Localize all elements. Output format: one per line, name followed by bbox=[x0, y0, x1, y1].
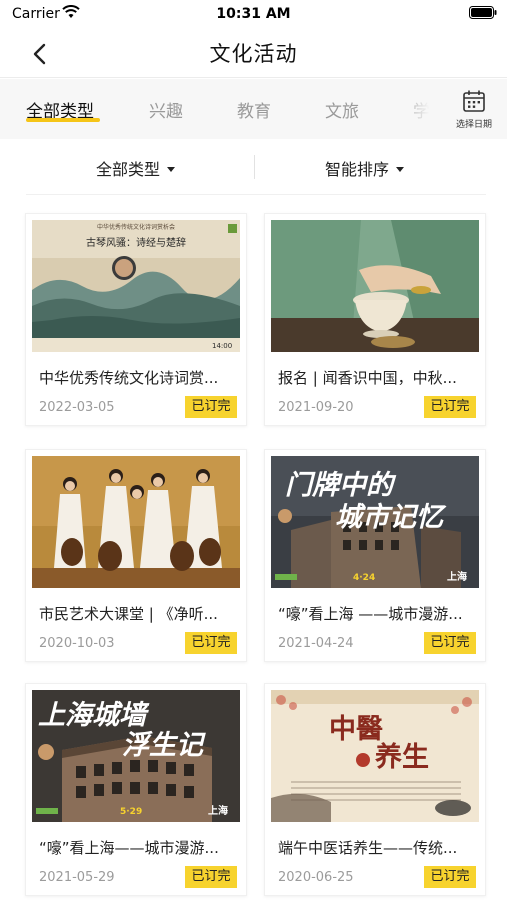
activity-card[interactable]: 中华优秀传统文化诗词赏析会 古琴风骚：诗经与楚辞 14:00 中华优秀传统文化诗… bbox=[25, 213, 247, 426]
poster-line2: 古琴风骚：诗经与楚辞 bbox=[86, 236, 186, 249]
activity-card[interactable]: 中醫 养生 端午中医话养生——传统... 2020-06-25 已订完 bbox=[264, 683, 486, 896]
activity-date: 2020-10-03 bbox=[39, 636, 115, 651]
poster-line2: 城市记忆 bbox=[335, 502, 447, 533]
battery-icon bbox=[469, 6, 497, 19]
active-tab-underline bbox=[26, 118, 100, 122]
date-picker-label: 选择日期 bbox=[455, 120, 492, 130]
activity-date: 2021-04-24 bbox=[278, 636, 354, 651]
poster-time: 14:00 bbox=[212, 342, 232, 350]
activity-photo bbox=[271, 220, 479, 352]
status-badge: 已订完 bbox=[424, 866, 476, 888]
activity-poster: 上海城墙 浮生记 5·29 上海 bbox=[32, 690, 240, 822]
poster-line1: 中醫 bbox=[329, 714, 383, 745]
activity-title: 市民艺术大课堂 | 《净听... bbox=[39, 605, 218, 623]
activity-title: “嚎”看上海——城市漫游... bbox=[39, 839, 219, 857]
filter-bar: 全部类型 智能排序 bbox=[26, 141, 486, 195]
status-bar: Carrier 10:31 AM bbox=[0, 0, 507, 28]
poster-line1: 门牌中的 bbox=[285, 470, 397, 501]
activity-card[interactable]: 上海城墙 浮生记 5·29 上海 “嚎”看上海——城市漫游... 2021-05… bbox=[25, 683, 247, 896]
category-tab-bar: 全部类型 兴趣 教育 文旅 学习 选择日期 bbox=[0, 79, 507, 139]
activity-date: 2022-03-05 bbox=[39, 400, 115, 415]
status-badge: 已订完 bbox=[185, 396, 237, 418]
activity-poster: 中醫 养生 bbox=[271, 690, 479, 822]
poster-line1: 中华优秀传统文化诗词赏析会 bbox=[97, 223, 175, 231]
status-badge: 已订完 bbox=[424, 632, 476, 654]
tab-interest[interactable]: 兴趣 bbox=[149, 97, 183, 122]
sort-label: 智能排序 bbox=[325, 160, 390, 179]
clock: 10:31 AM bbox=[216, 6, 291, 22]
tab-strip[interactable]: 全部类型 兴趣 教育 文旅 学习 bbox=[0, 79, 440, 139]
activity-card[interactable]: 门牌中的 城市记忆 4·24 上海 “嚎”看上海 ——城市漫游... 2021-… bbox=[264, 449, 486, 662]
tab-education[interactable]: 教育 bbox=[237, 97, 271, 122]
poster-line2: 养生 bbox=[375, 741, 429, 773]
activity-card[interactable]: 市民艺术大课堂 | 《净听... 2020-10-03 已订完 bbox=[25, 449, 247, 662]
calendar-icon bbox=[463, 90, 485, 112]
activity-title: 中华优秀传统文化诗词赏... bbox=[39, 369, 219, 387]
poster-date: 5·29 bbox=[120, 807, 142, 817]
page-title: 文化活动 bbox=[209, 42, 298, 66]
poster-city: 上海 bbox=[447, 570, 467, 583]
activity-title: 端午中医话养生——传统... bbox=[278, 839, 458, 857]
status-badge: 已订完 bbox=[185, 866, 237, 888]
poster-city: 上海 bbox=[208, 804, 228, 817]
activity-title: 报名 | 闻香识中国，中秋... bbox=[278, 369, 457, 387]
filter-divider bbox=[254, 155, 255, 179]
activity-title: “嚎”看上海 ——城市漫游... bbox=[278, 605, 463, 623]
activity-date: 2021-09-20 bbox=[278, 400, 354, 415]
activity-poster: 门牌中的 城市记忆 4·24 上海 bbox=[271, 456, 479, 588]
activity-date: 2020-06-25 bbox=[278, 870, 354, 885]
activity-date: 2021-05-29 bbox=[39, 870, 115, 885]
status-badge: 已订完 bbox=[424, 396, 476, 418]
tab-fade-overlay bbox=[400, 79, 440, 139]
type-filter-dropdown[interactable]: 全部类型 bbox=[96, 156, 176, 180]
caret-down-icon bbox=[396, 167, 405, 172]
nav-bar: 文化活动 bbox=[0, 28, 507, 78]
caret-down-icon bbox=[167, 167, 176, 172]
poster-line2: 浮生记 bbox=[122, 730, 206, 761]
date-picker-button[interactable]: 选择日期 bbox=[446, 87, 502, 133]
status-badge: 已订完 bbox=[185, 632, 237, 654]
poster-date: 4·24 bbox=[353, 573, 375, 583]
sort-dropdown[interactable]: 智能排序 bbox=[325, 156, 405, 180]
activity-photo bbox=[32, 456, 240, 588]
activity-poster: 中华优秀传统文化诗词赏析会 古琴风骚：诗经与楚辞 14:00 bbox=[32, 220, 240, 352]
tab-culture-tourism[interactable]: 文旅 bbox=[325, 97, 359, 122]
activity-card[interactable]: 报名 | 闻香识中国，中秋... 2021-09-20 已订完 bbox=[264, 213, 486, 426]
type-filter-label: 全部类型 bbox=[96, 160, 161, 179]
poster-line1: 上海城墙 bbox=[38, 700, 150, 731]
